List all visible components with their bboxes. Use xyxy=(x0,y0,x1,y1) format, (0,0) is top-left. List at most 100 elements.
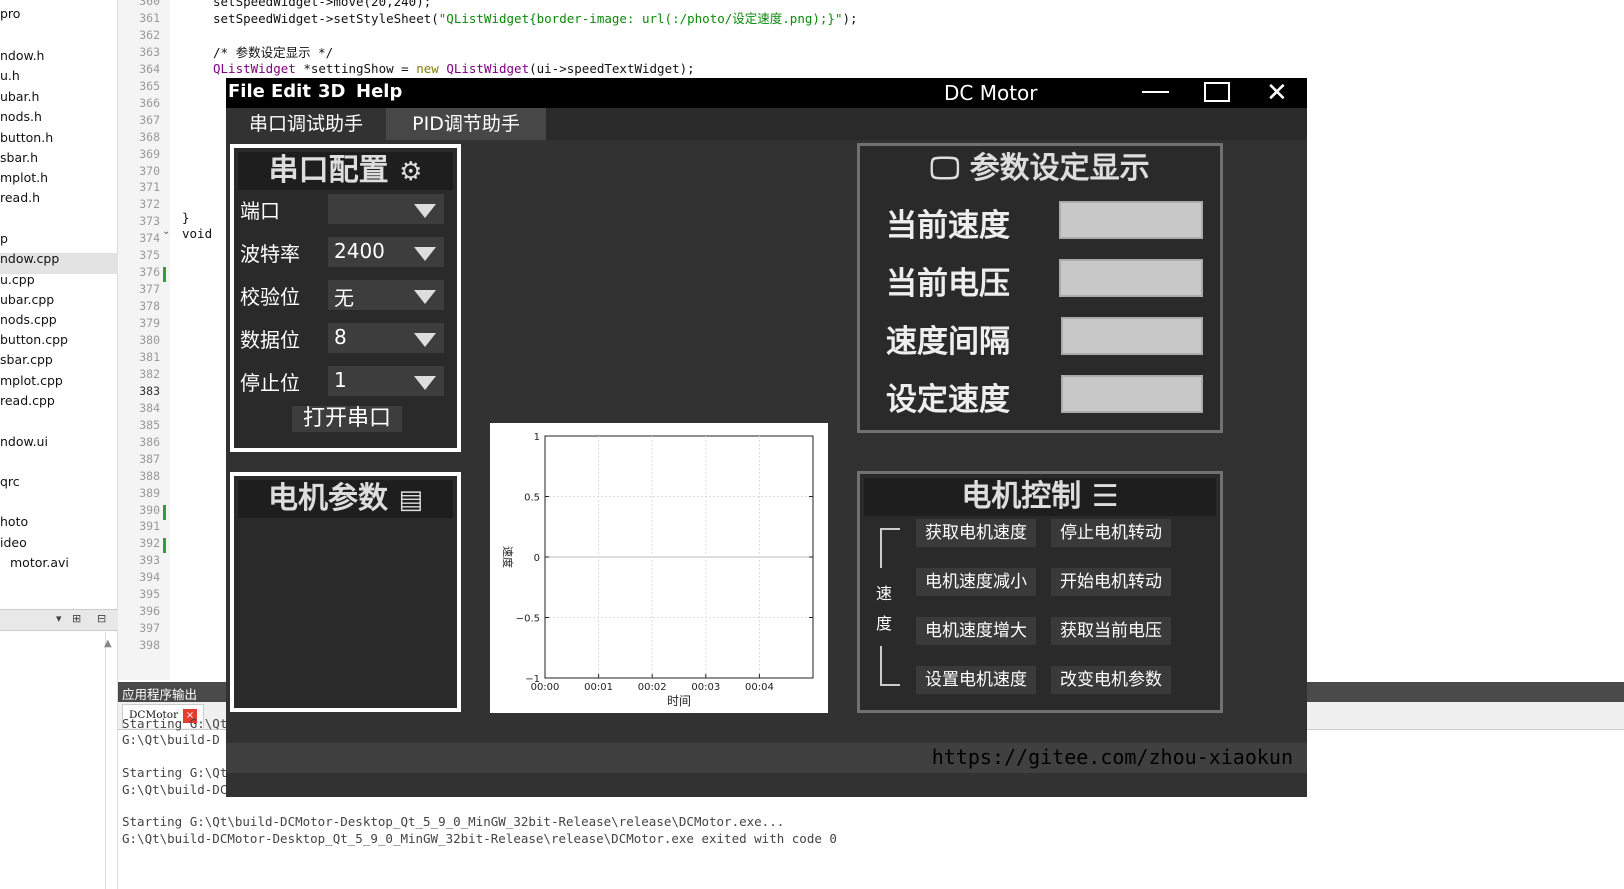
open-port-button[interactable]: 打开串口 xyxy=(292,406,402,432)
decrease-speed-button[interactable]: 电机速度减小 xyxy=(916,568,1036,596)
line-number: 385 xyxy=(139,417,160,432)
file-item[interactable]: ideo xyxy=(0,535,27,550)
line-number: 389 xyxy=(139,485,160,500)
file-item[interactable]: ndow.cpp xyxy=(0,251,59,266)
motor-params-panel: 电机参数 ▤ xyxy=(230,472,461,712)
file-item[interactable]: button.h xyxy=(0,130,53,145)
chart-canvas: 10.50−0.5−100:00 00:01 00:02 00:03 00:04时间速度 xyxy=(501,432,814,708)
current-speed-field xyxy=(1059,201,1203,239)
tab-bar: 串口调试助手 PID调节助手 xyxy=(226,108,1307,140)
file-item[interactable]: pro xyxy=(0,6,20,21)
get-voltage-button[interactable]: 获取当前电压 xyxy=(1051,617,1171,645)
line-number: 366 xyxy=(139,95,160,110)
x-tick-label: 00:02 xyxy=(638,682,667,693)
baud-label: 波特率 xyxy=(240,242,300,266)
fold-icon[interactable]: ⌄ xyxy=(162,226,170,237)
increase-speed-button[interactable]: 电机速度增大 xyxy=(916,617,1036,645)
y-tick-label: −0.5 xyxy=(516,614,540,625)
file-item[interactable]: sbar.cpp xyxy=(0,352,53,367)
line-number: 392 xyxy=(139,536,160,551)
stopbits-select[interactable]: 1 xyxy=(328,366,444,396)
stop-motor-button[interactable]: 停止电机转动 xyxy=(1051,519,1171,547)
file-item[interactable]: hoto xyxy=(0,514,28,529)
line-number: 393 xyxy=(139,553,160,568)
minimize-button[interactable] xyxy=(1142,91,1169,93)
file-item[interactable]: ubar.h xyxy=(0,89,39,104)
parity-label: 校验位 xyxy=(240,285,300,309)
line-number: 390 xyxy=(139,502,160,517)
set-speed-label: 设定速度 xyxy=(886,382,1010,418)
file-item[interactable]: ndow.h xyxy=(0,48,44,63)
tab-pid-assistant[interactable]: PID调节助手 xyxy=(386,108,546,140)
line-number: 387 xyxy=(139,451,160,466)
file-item[interactable]: read.h xyxy=(0,190,40,205)
file-item[interactable]: mplot.h xyxy=(0,170,48,185)
split-icon[interactable]: ⊞ xyxy=(72,612,81,625)
tab-serial-assistant[interactable]: 串口调试助手 xyxy=(226,108,386,140)
menu-3d[interactable]: 3D xyxy=(318,81,345,102)
file-item[interactable]: mplot.cpp xyxy=(0,373,63,388)
file-item[interactable]: qrc xyxy=(0,474,20,489)
start-motor-button[interactable]: 开始电机转动 xyxy=(1051,568,1171,596)
x-tick-label: 00:03 xyxy=(691,682,720,693)
menu-help[interactable]: Help xyxy=(356,81,402,102)
speed-interval-field[interactable] xyxy=(1061,317,1203,355)
menu-file[interactable]: File xyxy=(228,81,265,102)
file-item[interactable]: nods.cpp xyxy=(0,312,57,327)
baud-select[interactable]: 2400 xyxy=(328,237,444,267)
line-number: 375 xyxy=(139,248,160,263)
file-item[interactable]: u.h xyxy=(0,68,20,83)
file-item[interactable]: sbar.h xyxy=(0,150,38,165)
speed-interval-label: 速度间隔 xyxy=(886,324,1010,360)
line-number: 370 xyxy=(139,163,160,178)
menu-edit[interactable]: Edit xyxy=(271,81,311,102)
file-item[interactable]: nods.h xyxy=(0,109,42,124)
dropdown-icon[interactable]: ▾ xyxy=(56,612,62,625)
change-params-button[interactable]: 改变电机参数 xyxy=(1051,666,1171,694)
file-item[interactable]: motor.avi xyxy=(10,555,69,570)
window-title: DC Motor xyxy=(944,81,1038,105)
close-panel-icon[interactable]: ⊟ xyxy=(97,612,106,625)
line-number: 395 xyxy=(139,587,160,602)
chevron-down-icon xyxy=(414,333,436,347)
line-number: 381 xyxy=(139,349,160,364)
file-item[interactable]: ubar.cpp xyxy=(0,292,54,307)
line-number-gutter: 360 361 362 363 364 365 366 367 368 369 370 371 372 3… xyxy=(118,0,170,680)
x-tick-label: 00:04 xyxy=(745,682,774,693)
y-axis-label: 速度 xyxy=(501,546,515,568)
get-motor-speed-button[interactable]: 获取电机速度 xyxy=(916,519,1036,547)
line-number: 382 xyxy=(139,366,160,381)
gitee-link[interactable]: https://gitee.com/zhou-xiaokun xyxy=(932,745,1293,769)
output-line: G:\Qt\build-D xyxy=(122,732,220,748)
port-select[interactable] xyxy=(328,194,444,224)
line-number: 378 xyxy=(139,299,160,314)
bracket-bottom xyxy=(880,646,900,686)
set-motor-speed-button[interactable]: 设置电机速度 xyxy=(916,666,1036,694)
databits-select[interactable]: 8 xyxy=(328,323,444,353)
scroll-up-icon[interactable]: ▲ xyxy=(104,638,112,649)
file-item[interactable]: ndow.ui xyxy=(0,434,48,449)
y-tick-label: 1 xyxy=(534,432,540,443)
chevron-down-icon xyxy=(414,247,436,261)
line-number: 368 xyxy=(139,129,160,144)
current-voltage-field xyxy=(1059,259,1203,297)
line-number: 367 xyxy=(139,112,160,127)
serial-config-title: 串口配置 ⚙ xyxy=(238,152,453,190)
monitor-icon: 🖵 xyxy=(930,151,960,186)
change-marker xyxy=(163,538,166,554)
output-line: Starting G:\Qt\build-DCMotor-Desktop_Qt_… xyxy=(122,814,785,830)
parity-select[interactable]: 无 xyxy=(328,280,444,310)
file-item[interactable]: read.cpp xyxy=(0,393,55,408)
line-number: 369 xyxy=(139,146,160,161)
dc-motor-window: File Edit 3D Help DC Motor ✕ 串口调试助手 PID调… xyxy=(226,78,1307,797)
motor-params-title: 电机参数 ▤ xyxy=(238,480,453,518)
line-number: 383 xyxy=(139,383,160,398)
maximize-button[interactable] xyxy=(1204,82,1230,102)
file-item[interactable]: p xyxy=(0,231,8,246)
file-item[interactable]: button.cpp xyxy=(0,332,68,347)
file-item[interactable]: u.cpp xyxy=(0,272,35,287)
x-tick-label: 00:00 xyxy=(531,682,560,693)
close-button[interactable]: ✕ xyxy=(1266,78,1288,108)
motor-control-panel: 电机控制 ☰ 速 度 获取电机速度 停止电机转动 电机速度减小 开始电机转动 电… xyxy=(857,471,1223,713)
set-speed-field[interactable] xyxy=(1061,375,1203,413)
